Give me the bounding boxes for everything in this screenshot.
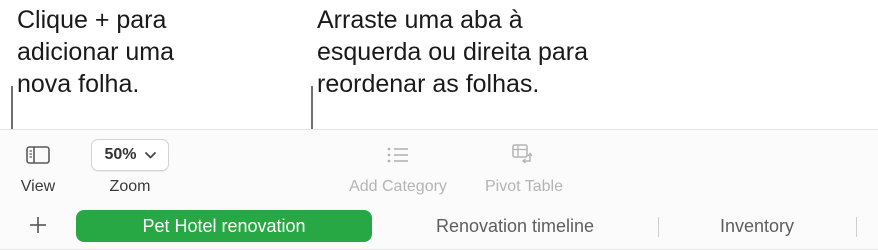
add-category-label: Add Category <box>349 178 447 195</box>
pivot-table-button[interactable]: Pivot Table <box>474 137 574 196</box>
sheet-tab-label: Pet Hotel renovation <box>142 215 306 236</box>
list-icon <box>387 147 408 163</box>
plus-icon <box>30 217 46 233</box>
add-category-button[interactable]: Add Category <box>336 137 460 196</box>
sheet-tab-pet-hotel-renovation[interactable]: Pet Hotel renovation <box>76 210 372 242</box>
chevron-down-icon <box>144 151 156 158</box>
sidebar-icon <box>26 146 50 164</box>
sheet-tab-label: Renovation timeline <box>435 215 595 236</box>
zoom-control: 50% Zoom <box>80 137 180 196</box>
toolbar: View 50% Zoom Add Category Pivot Table <box>0 129 878 206</box>
pivot-table-label: Pivot Table <box>485 178 563 195</box>
sheet-tab-label: Inventory <box>719 215 795 236</box>
sheet-tab-renovation-timeline[interactable]: Renovation timeline <box>372 210 658 242</box>
view-button[interactable]: View <box>10 137 66 196</box>
sheet-tab-bar: Pet Hotel renovation Renovation timeline… <box>0 205 878 250</box>
callout-reorder-tabs: Arraste uma aba à esquerda ou direita pa… <box>317 6 589 98</box>
zoom-label: Zoom <box>109 178 151 195</box>
view-label: View <box>20 178 56 195</box>
pivot-table-icon <box>512 144 533 164</box>
zoom-select[interactable]: 50% <box>91 139 169 171</box>
tab-separator <box>658 217 659 237</box>
add-sheet-button[interactable] <box>26 213 50 237</box>
callout-add-sheet: Clique + para adicionar uma nova folha. <box>17 6 175 98</box>
sheet-tab-inventory[interactable]: Inventory <box>658 210 856 242</box>
tab-separator <box>856 217 857 237</box>
zoom-value: 50% <box>104 146 137 163</box>
